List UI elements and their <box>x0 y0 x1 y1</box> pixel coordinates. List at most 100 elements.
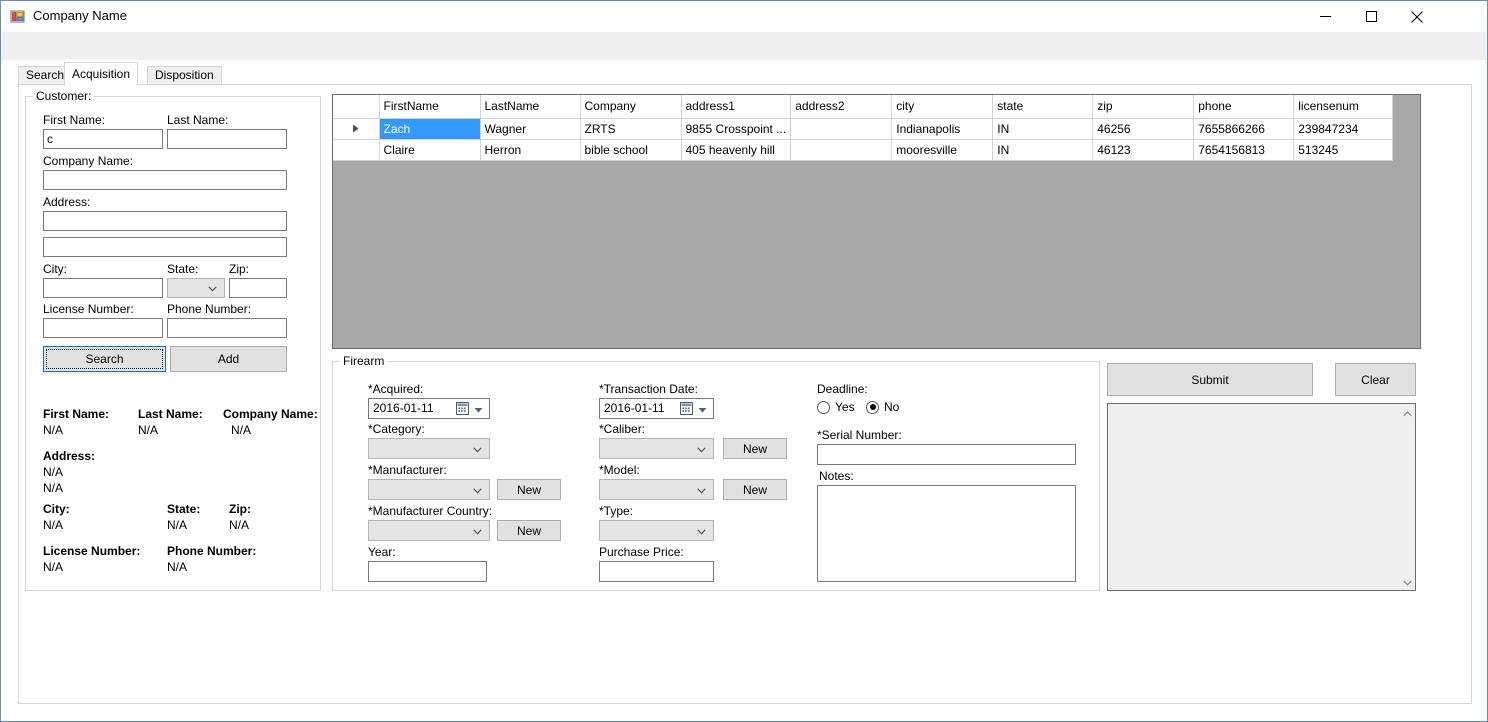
column-header-company[interactable]: Company <box>580 95 682 119</box>
city-label: City: <box>43 262 67 276</box>
model-combo[interactable] <box>599 479 714 500</box>
license-number-input[interactable] <box>43 318 163 338</box>
transaction-date-picker[interactable]: 2016-01-11 <box>599 398 714 419</box>
notes-textarea[interactable] <box>817 485 1076 582</box>
cell-phone[interactable]: 7655866266 <box>1193 118 1295 140</box>
cell-licensenum[interactable]: 239847234 <box>1293 118 1394 140</box>
serial-number-input[interactable] <box>817 444 1076 465</box>
zip-input[interactable] <box>229 278 287 298</box>
manufacturer-new-label: New <box>516 482 541 497</box>
license-number-label: License Number: <box>43 302 134 316</box>
cell-phone[interactable]: 7654156813 <box>1193 139 1295 161</box>
category-label: *Category: <box>368 422 425 436</box>
cell-company[interactable]: ZRTS <box>580 118 682 140</box>
output-panel[interactable] <box>1107 403 1416 591</box>
submit-button[interactable]: Submit <box>1107 363 1313 396</box>
address-label: Address: <box>43 195 91 209</box>
last-name-input[interactable] <box>167 129 287 149</box>
phone-number-input[interactable] <box>167 318 287 338</box>
detail-license-number-value: N/A <box>43 560 64 574</box>
cell-company[interactable]: bible school <box>580 139 682 161</box>
cell-address1[interactable]: 405 heavenly hill <box>681 139 792 161</box>
deadline-radio-no[interactable]: No <box>866 400 899 414</box>
radio-selected-icon <box>866 400 879 414</box>
submit-button-label: Submit <box>1191 372 1229 387</box>
column-header-firstname[interactable]: FirstName <box>379 95 481 119</box>
customer-groupbox-title: Customer: <box>33 89 95 103</box>
chevron-down-icon <box>697 483 706 497</box>
column-header-lastname[interactable]: LastName <box>480 95 581 119</box>
table-row[interactable]: Claire Herron bible school 405 heavenly … <box>333 139 1394 161</box>
acquired-date-picker[interactable]: 2016-01-11 <box>368 398 490 419</box>
notes-label: Notes: <box>819 469 854 483</box>
column-header-zip[interactable]: zip <box>1092 95 1195 119</box>
detail-company-name-label: Company Name: <box>223 407 318 421</box>
caliber-combo[interactable] <box>599 438 714 459</box>
scroll-down-button[interactable] <box>1399 573 1416 590</box>
column-header-phone[interactable]: phone <box>1193 95 1295 119</box>
first-name-input[interactable] <box>43 129 163 149</box>
chevron-up-icon <box>1403 406 1412 420</box>
cell-state[interactable]: IN <box>992 118 1094 140</box>
company-name-input[interactable] <box>43 170 287 190</box>
detail-first-name-label: First Name: <box>43 407 110 421</box>
column-header-state[interactable]: state <box>992 95 1094 119</box>
manufacturer-country-combo[interactable] <box>368 520 490 541</box>
type-combo[interactable] <box>599 520 714 541</box>
tab-disposition[interactable]: Disposition <box>147 66 222 84</box>
address2-input[interactable] <box>43 237 287 257</box>
column-header-licensenum[interactable]: licensenum <box>1293 95 1394 119</box>
scroll-up-button[interactable] <box>1399 404 1416 421</box>
cell-lastname[interactable]: Herron <box>480 139 581 161</box>
state-combo[interactable] <box>167 278 225 298</box>
output-panel-scrollbar[interactable] <box>1398 404 1415 590</box>
add-button[interactable]: Add <box>170 346 287 372</box>
customer-results-grid[interactable]: FirstName LastName Company address1 addr… <box>332 94 1421 349</box>
manufacturer-new-button[interactable]: New <box>497 479 561 500</box>
cell-zip[interactable]: 46123 <box>1092 139 1195 161</box>
chevron-down-icon <box>473 442 482 456</box>
cell-city[interactable]: mooresville <box>891 139 994 161</box>
cell-lastname[interactable]: Wagner <box>480 118 581 140</box>
clear-button[interactable]: Clear <box>1335 363 1416 396</box>
manufacturer-combo[interactable] <box>368 479 490 500</box>
cell-zip[interactable]: 46256 <box>1092 118 1195 140</box>
row-selector-cell[interactable] <box>333 139 380 161</box>
detail-zip-value: N/A <box>229 518 250 532</box>
row-selector-cell[interactable] <box>333 118 380 140</box>
cell-city[interactable]: Indianapolis <box>891 118 994 140</box>
model-label: *Model: <box>599 463 640 477</box>
deadline-radio-yes[interactable]: Yes <box>817 400 855 414</box>
address1-input[interactable] <box>43 211 287 231</box>
column-header-address1[interactable]: address1 <box>681 95 792 119</box>
manufacturer-country-label: *Manufacturer Country: <box>368 504 493 518</box>
maximize-button[interactable] <box>1348 1 1394 32</box>
column-header-city[interactable]: city <box>891 95 994 119</box>
cell-address1[interactable]: 9855 Crosspoint ... <box>681 118 792 140</box>
cell-address2[interactable] <box>790 118 893 140</box>
cell-state[interactable]: IN <box>992 139 1094 161</box>
table-row[interactable]: Zach Wagner ZRTS 9855 Crosspoint ... Ind… <box>333 118 1394 140</box>
purchase-price-label: Purchase Price: <box>599 545 684 559</box>
caliber-label: *Caliber: <box>599 422 646 436</box>
cell-licensenum[interactable]: 513245 <box>1293 139 1394 161</box>
category-combo[interactable] <box>368 438 490 459</box>
firearm-groupbox-title: Firearm <box>340 354 388 368</box>
year-input[interactable] <box>368 561 487 582</box>
model-new-button[interactable]: New <box>723 479 787 500</box>
cell-address2[interactable] <box>790 139 893 161</box>
chevron-down-icon <box>1403 575 1412 589</box>
cell-firstname[interactable]: Zach <box>379 118 481 140</box>
caliber-new-button[interactable]: New <box>723 438 787 459</box>
cell-firstname[interactable]: Claire <box>379 139 481 161</box>
purchase-price-input[interactable] <box>599 561 714 582</box>
manufacturer-country-new-button[interactable]: New <box>497 520 561 541</box>
transaction-date-value: 2016-01-11 <box>604 401 665 415</box>
minimize-button[interactable] <box>1302 1 1348 32</box>
detail-state-value: N/A <box>167 518 188 532</box>
close-button[interactable] <box>1394 1 1440 32</box>
search-button[interactable]: Search <box>43 346 166 372</box>
city-input[interactable] <box>43 278 163 298</box>
tab-acquisition[interactable]: Acquisition <box>64 62 139 86</box>
column-header-address2[interactable]: address2 <box>790 95 893 119</box>
